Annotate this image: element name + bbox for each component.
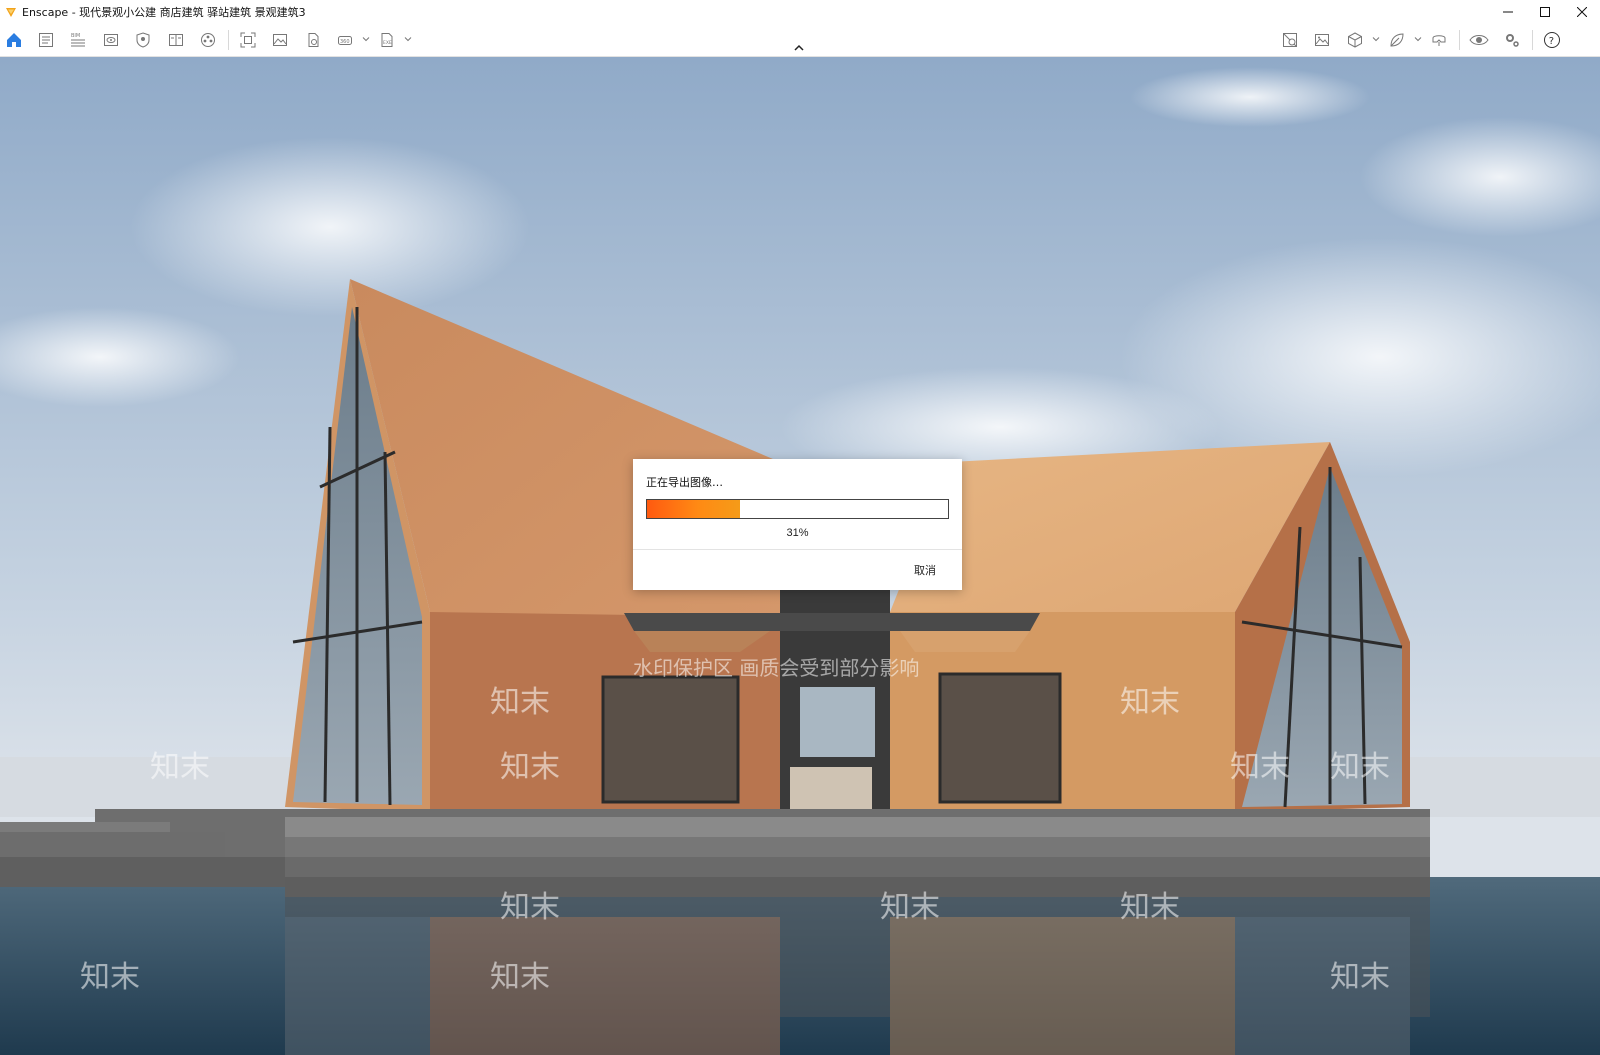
watermark-mark: 知末: [500, 890, 560, 925]
title-bar: Enscape - 现代景观小公建 商店建筑 驿站建筑 景观建筑3: [0, 0, 1600, 23]
svg-text:?: ?: [1549, 36, 1554, 47]
svg-text:EXE: EXE: [383, 40, 392, 46]
toolbar-separator: [1532, 30, 1533, 50]
watermark-mark: 知末: [490, 685, 550, 720]
progress-percent: 31%: [786, 527, 809, 539]
map-icon[interactable]: [1280, 30, 1300, 50]
leaf-icon[interactable]: [1387, 30, 1407, 50]
watermark-mark: 知末: [1230, 750, 1290, 785]
screenshot-icon[interactable]: [238, 30, 258, 50]
view-icon[interactable]: [101, 30, 121, 50]
cancel-button[interactable]: 取消: [914, 562, 936, 578]
toolbar-separator: [228, 30, 229, 50]
watermark-mark: 知末: [500, 750, 560, 785]
dialog-title: 正在导出图像…: [646, 476, 723, 489]
watermark-mark: 知末: [490, 960, 550, 995]
svg-text:360: 360: [340, 39, 350, 45]
chevron-down-icon[interactable]: [404, 35, 412, 43]
cube-icon[interactable]: [1345, 30, 1365, 50]
book-icon[interactable]: [166, 30, 186, 50]
watermark-mark: 知末: [1120, 890, 1180, 925]
dialog-divider: [633, 549, 962, 550]
help-icon[interactable]: ?: [1542, 30, 1562, 50]
minimize-icon[interactable]: [1489, 0, 1526, 23]
watermark-mark: 知末: [1330, 750, 1390, 785]
chevron-down-icon[interactable]: [1414, 35, 1422, 43]
vr-headset-icon[interactable]: [1429, 30, 1449, 50]
watermark-banner: 水印保护区 画质会受到部分影响: [633, 656, 919, 680]
window-controls: [1489, 0, 1600, 23]
watermark-mark: 知末: [1330, 960, 1390, 995]
watermark-mark: 知末: [1120, 685, 1180, 720]
close-icon[interactable]: [1563, 0, 1600, 23]
settings-icon[interactable]: [1502, 30, 1522, 50]
export-exe-icon[interactable]: EXE: [377, 30, 397, 50]
document-icon[interactable]: [36, 30, 56, 50]
panorama-icon[interactable]: [303, 30, 323, 50]
chevron-down-icon[interactable]: [1372, 35, 1380, 43]
watermark-mark: 知末: [80, 960, 140, 995]
bim-label: BIM: [71, 33, 80, 39]
eye-icon[interactable]: [1469, 30, 1489, 50]
image-icon[interactable]: [270, 30, 290, 50]
enscape-logo-icon: [6, 7, 16, 17]
bim-icon[interactable]: BIM: [68, 30, 88, 50]
watermark-mark: 知末: [150, 750, 210, 785]
export-progress-dialog: 正在导出图像… 31% 取消: [633, 459, 962, 590]
maximize-icon[interactable]: [1526, 0, 1563, 23]
vr-360-icon[interactable]: 360: [335, 30, 355, 50]
film-reel-icon[interactable]: [198, 30, 218, 50]
window-title: Enscape - 现代景观小公建 商店建筑 驿站建筑 景观建筑3: [22, 5, 306, 19]
export-progress-bar: [646, 499, 949, 519]
shield-icon[interactable]: [133, 30, 153, 50]
image-gallery-icon[interactable]: [1312, 30, 1332, 50]
collapse-toolbar-icon[interactable]: [793, 44, 805, 52]
toolbar-separator: [1459, 30, 1460, 50]
chevron-down-icon[interactable]: [362, 35, 370, 43]
home-icon[interactable]: [4, 30, 24, 50]
watermark-mark: 知末: [880, 890, 940, 925]
progress-fill: [647, 500, 741, 518]
deck: [0, 809, 1430, 897]
